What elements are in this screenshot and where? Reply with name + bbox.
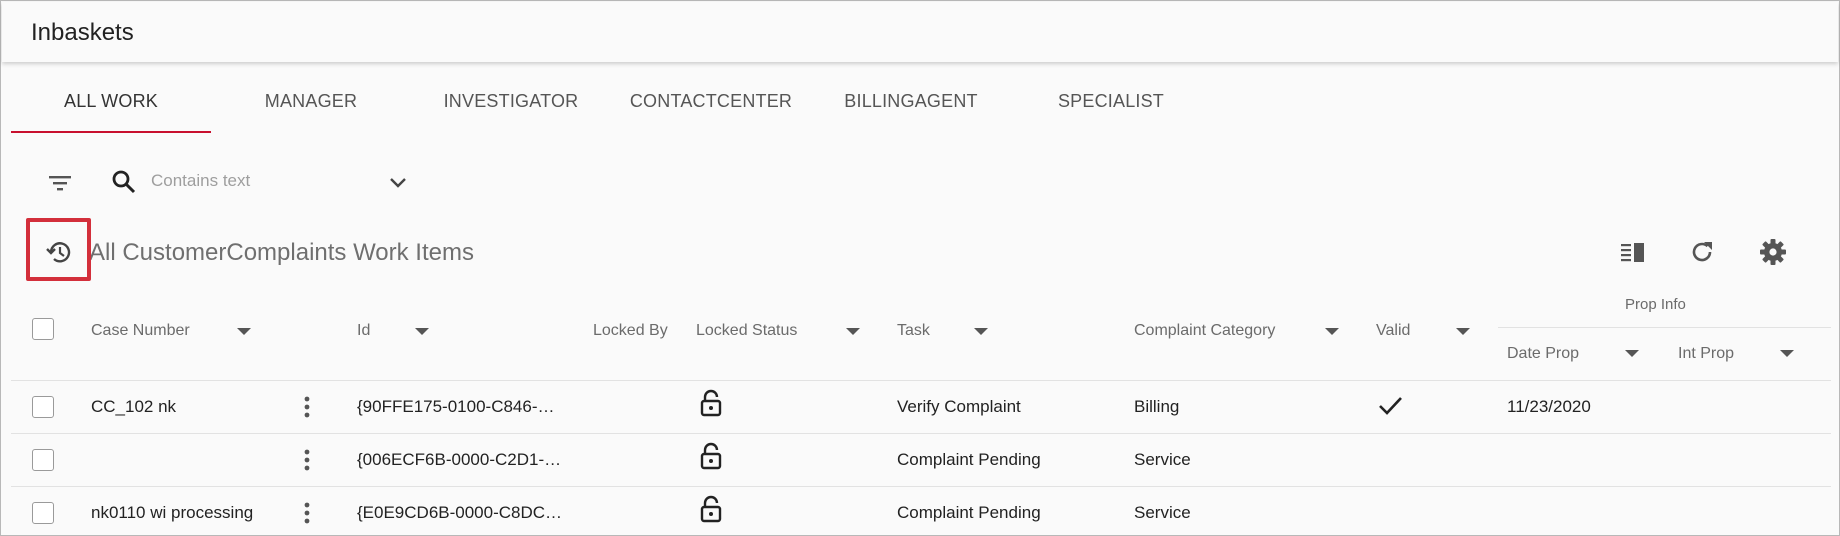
list-header: All CustomerComplaints Work Items — [1, 229, 1840, 275]
unlocked-icon — [699, 495, 723, 523]
list-title: All CustomerComplaints Work Items — [89, 239, 474, 266]
app-title: Inbaskets — [31, 19, 134, 46]
history-highlight — [26, 218, 91, 281]
more-options-icon[interactable] — [303, 501, 311, 525]
more-options-icon[interactable] — [303, 395, 311, 419]
select-all-checkbox[interactable] — [32, 318, 54, 340]
table-row[interactable]: nk0110 wi processing {E0E9CD6B-0000-C8DC… — [11, 486, 1831, 536]
cell-id[interactable]: {E0E9CD6B-0000-C8DC… — [357, 503, 562, 523]
cell-id[interactable]: {006ECF6B-0000-C2D1-… — [357, 450, 561, 470]
col-header-locked-by[interactable]: Locked By — [593, 322, 668, 340]
cell-case-number: CC_102 nk — [91, 397, 177, 416]
cell-task: Complaint Pending — [897, 450, 1041, 469]
col-header-task[interactable]: Task — [897, 322, 930, 340]
row-checkbox[interactable] — [32, 449, 54, 471]
table-row[interactable]: CC_102 nk {90FFE175-0100-C846-… Verify C… — [11, 380, 1831, 433]
col-header-valid[interactable]: Valid — [1376, 322, 1410, 340]
col-header-complaint-category[interactable]: Complaint Category — [1134, 322, 1275, 340]
tab-investigator[interactable]: INVESTIGATOR — [411, 83, 611, 133]
table-row[interactable]: {006ECF6B-0000-C2D1-… Complaint Pending … — [11, 433, 1831, 486]
complaint-category-sort-icon[interactable] — [1325, 328, 1339, 335]
unlocked-icon — [699, 442, 723, 470]
search-icon — [111, 169, 137, 195]
int-prop-sort-icon[interactable] — [1780, 350, 1794, 357]
cell-task: Complaint Pending — [897, 503, 1041, 522]
cell-id[interactable]: {90FFE175-0100-C846-… — [357, 397, 555, 417]
cell-case-number: nk0110 wi processing — [91, 503, 254, 522]
filter-toolbar: Contains text — [1, 161, 1840, 205]
filter-icon[interactable] — [47, 171, 73, 195]
tab-bar: ALL WORK MANAGER INVESTIGATOR CONTACTCEN… — [11, 83, 1840, 133]
row-checkbox[interactable] — [32, 396, 54, 418]
table-header: Case Number Id Locked By Locked Status T… — [1, 286, 1840, 380]
search-input[interactable]: Contains text — [151, 171, 250, 191]
group-divider — [1498, 327, 1831, 328]
col-header-case-number[interactable]: Case Number — [91, 322, 190, 340]
tab-contactcenter[interactable]: CONTACTCENTER — [611, 83, 811, 133]
cell-date-prop: 11/23/2020 — [1507, 397, 1591, 416]
col-header-date-prop[interactable]: Date Prop — [1507, 345, 1579, 363]
locked-status-sort-icon[interactable] — [846, 328, 860, 335]
columns-icon[interactable] — [1620, 241, 1646, 263]
case-number-sort-icon[interactable] — [237, 328, 251, 335]
refresh-icon[interactable] — [1689, 239, 1715, 265]
app-frame: Inbaskets ALL WORK MANAGER INVESTIGATOR … — [0, 0, 1840, 536]
date-prop-sort-icon[interactable] — [1625, 350, 1639, 357]
col-header-id[interactable]: Id — [357, 322, 370, 340]
unlocked-icon — [699, 389, 723, 417]
tab-billingagent[interactable]: BILLINGAGENT — [811, 83, 1011, 133]
valid-sort-icon[interactable] — [1456, 328, 1470, 335]
cell-complaint-category: Billing — [1134, 397, 1180, 416]
task-sort-icon[interactable] — [974, 328, 988, 335]
tab-specialist[interactable]: SPECIALIST — [1011, 83, 1211, 133]
cell-complaint-category: Service — [1134, 450, 1191, 469]
check-icon — [1378, 395, 1404, 417]
tab-manager[interactable]: MANAGER — [211, 83, 411, 133]
cell-task: Verify Complaint — [897, 397, 1021, 416]
cell-complaint-category: Service — [1134, 503, 1191, 522]
row-checkbox[interactable] — [32, 502, 54, 524]
more-options-icon[interactable] — [303, 448, 311, 472]
chevron-down-icon[interactable] — [388, 173, 408, 193]
col-group-prop-info: Prop Info — [1625, 296, 1686, 313]
id-sort-icon[interactable] — [415, 328, 429, 335]
tab-all-work[interactable]: ALL WORK — [11, 83, 211, 133]
settings-icon[interactable] — [1759, 238, 1787, 266]
col-header-locked-status[interactable]: Locked Status — [696, 322, 797, 340]
app-bar: Inbaskets — [2, 2, 1838, 62]
col-header-int-prop[interactable]: Int Prop — [1678, 345, 1734, 363]
